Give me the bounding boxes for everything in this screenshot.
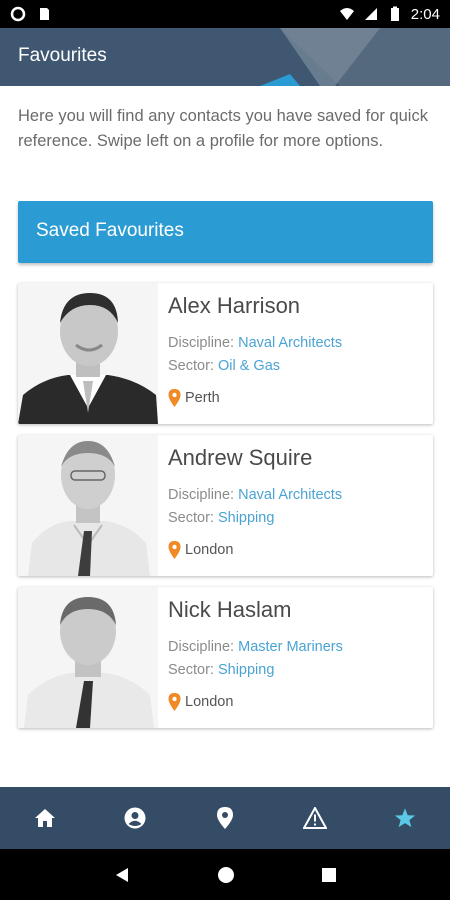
contact-discipline: Discipline: Master Mariners [168, 639, 343, 655]
profile-icon [124, 807, 146, 829]
contact-sector: Sector: Shipping [168, 510, 274, 526]
sector-link[interactable]: Shipping [218, 510, 274, 526]
home-icon [35, 809, 55, 827]
star-icon [394, 808, 416, 828]
contact-location: Perth [168, 389, 220, 407]
back-icon[interactable] [113, 866, 131, 884]
contact-location: London [168, 541, 233, 559]
sector-link[interactable]: Oil & Gas [218, 358, 280, 374]
contact-card[interactable]: Alex Harrison Discipline: Naval Architec… [18, 283, 433, 424]
location-pin-icon [168, 389, 181, 407]
discipline-label: Discipline: [168, 335, 235, 351]
contact-name: Andrew Squire [168, 445, 313, 470]
bottom-navigation [0, 787, 450, 849]
header-decoration [260, 28, 450, 86]
location-pin-icon [168, 541, 181, 559]
system-navigation-bar [0, 849, 450, 900]
contact-name: Nick Haslam [168, 597, 292, 622]
discipline-label: Discipline: [168, 487, 235, 503]
nav-location[interactable] [200, 793, 250, 843]
nav-profile[interactable] [110, 793, 160, 843]
wifi-icon [339, 8, 354, 20]
location-label: London [185, 694, 234, 710]
discipline-link[interactable]: Naval Architects [238, 335, 342, 351]
nav-alerts[interactable] [290, 793, 340, 843]
contact-name: Alex Harrison [168, 293, 301, 318]
contact-photo [18, 435, 158, 576]
sd-card-icon [40, 8, 49, 20]
contact-sector: Sector: Shipping [168, 662, 274, 678]
sector-link[interactable]: Shipping [218, 662, 274, 678]
location-label: Perth [185, 390, 220, 406]
battery-icon [390, 6, 399, 21]
contact-photo [18, 587, 158, 728]
location-icon [217, 807, 233, 829]
sector-label: Sector: [168, 510, 214, 526]
nav-favourites[interactable] [380, 793, 430, 843]
app-header: Favourites [0, 28, 450, 86]
contact-discipline: Discipline: Naval Architects [168, 487, 342, 503]
status-time: 2:04 [410, 5, 440, 23]
status-bar: 2:04 [0, 0, 450, 28]
discipline-link[interactable]: Naval Architects [238, 487, 342, 503]
contact-discipline: Discipline: Naval Architects [168, 335, 342, 351]
cell-signal-icon [364, 8, 377, 20]
contact-sector: Sector: Oil & Gas [168, 358, 280, 374]
recents-icon[interactable] [321, 867, 337, 883]
location-pin-icon [168, 693, 181, 711]
discipline-link[interactable]: Master Mariners [238, 639, 343, 655]
intro-text: Here you will find any contacts you have… [18, 107, 428, 150]
contact-card[interactable]: Nick Haslam Discipline: Master Mariners … [18, 587, 433, 728]
sector-label: Sector: [168, 662, 214, 678]
contact-card[interactable]: Andrew Squire Discipline: Naval Architec… [18, 435, 433, 576]
sector-label: Sector: [168, 358, 214, 374]
signal-circle-icon [10, 6, 26, 22]
saved-favourites-header: Saved Favourites [18, 201, 433, 263]
home-circle-icon[interactable] [217, 866, 235, 884]
location-label: London [185, 542, 234, 558]
contact-photo [18, 283, 158, 424]
contact-location: London [168, 693, 233, 711]
warning-icon [303, 807, 327, 829]
page-title: Favourites [18, 45, 107, 66]
nav-home[interactable] [20, 793, 70, 843]
discipline-label: Discipline: [168, 639, 235, 655]
